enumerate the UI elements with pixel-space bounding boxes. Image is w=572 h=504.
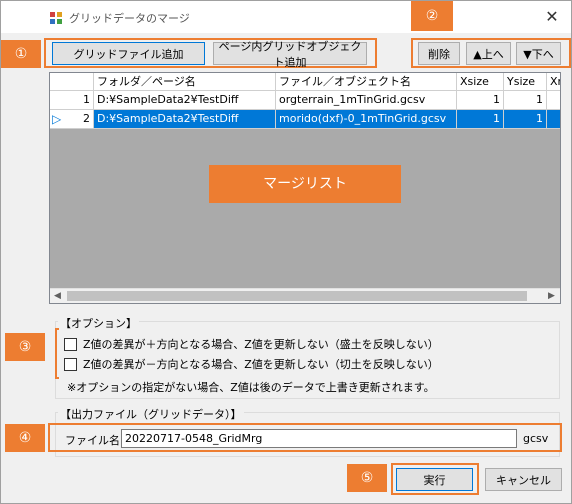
option-no-cut-label: Z値の差異が－方向となる場合、Z値を更新しない（切土を反映しない）: [83, 358, 439, 371]
annotation-badge-2: ②: [411, 1, 453, 31]
cell-ysize[interactable]: 1: [504, 91, 547, 110]
cell-folder[interactable]: D:¥SampleData2¥TestDiff: [94, 110, 276, 129]
column-header-xsize[interactable]: Xsize: [457, 73, 504, 91]
checkbox-box[interactable]: [64, 337, 77, 351]
window-title: グリッドデータのマージ: [69, 12, 190, 25]
annotation-badge-3: ③: [5, 333, 45, 361]
row-header-selected: ▷ 2: [50, 110, 94, 129]
annotation-box-options: [55, 328, 59, 379]
delete-button[interactable]: 削除: [418, 42, 460, 65]
cell-file[interactable]: orgterrain_1mTinGrid.gcsv: [276, 91, 457, 110]
app-icon: [50, 12, 62, 24]
current-row-marker-icon: ▷: [52, 112, 62, 126]
add-grid-file-button[interactable]: グリッドファイル追加: [52, 42, 205, 65]
option-no-cut-checkbox[interactable]: Z値の差異が－方向となる場合、Z値を更新しない（切土を反映しない）: [64, 356, 439, 372]
cell-xr[interactable]: [547, 110, 560, 129]
scroll-right-icon[interactable]: ▶: [544, 289, 559, 303]
title-bar: グリッドデータのマージ ✕: [1, 1, 571, 33]
cell-folder[interactable]: D:¥SampleData2¥TestDiff: [94, 91, 276, 110]
cell-xsize[interactable]: 1: [457, 110, 504, 129]
move-up-button[interactable]: ▲上へ: [466, 42, 511, 65]
column-header-file[interactable]: ファイル／オブジェクト名: [276, 73, 457, 91]
merge-list-annotation: マージリスト: [209, 165, 401, 203]
annotation-badge-4: ④: [5, 424, 45, 452]
cell-ysize[interactable]: 1: [504, 110, 547, 129]
annotation-badge-5: ⑤: [347, 464, 387, 492]
execute-button[interactable]: 実行: [396, 468, 473, 491]
options-note: ※オプションの指定がない場合、Z値は後のデータで上書き更新されます。: [67, 381, 435, 394]
row-number: 2: [83, 112, 90, 125]
column-header-folder[interactable]: フォルダ／ページ名: [94, 73, 276, 91]
output-group-title: 【出力ファイル（グリッドデータ）】: [58, 406, 244, 422]
checkbox-box[interactable]: [64, 357, 77, 371]
scroll-left-icon[interactable]: ◀: [50, 289, 65, 303]
filename-label: ファイル名:: [65, 434, 124, 447]
cell-file[interactable]: morido(dxf)-0_1mTinGrid.gcsv: [276, 110, 457, 129]
file-extension-label: gcsv: [523, 432, 549, 445]
column-header-rownum: [50, 73, 94, 91]
table-row-selected[interactable]: ▷ 2 D:¥SampleData2¥TestDiff morido(dxf)-…: [50, 110, 560, 129]
cell-xsize[interactable]: 1: [457, 91, 504, 110]
add-page-grid-object-button[interactable]: ページ内グリッドオブジェクト追加: [213, 40, 367, 69]
filename-input[interactable]: [121, 429, 517, 448]
column-header-xr[interactable]: Xr: [547, 73, 560, 91]
row-number: 1: [50, 91, 94, 110]
horizontal-scrollbar[interactable]: ◀ ▶: [50, 288, 560, 303]
column-header-ysize[interactable]: Ysize: [504, 73, 547, 91]
option-no-fill-checkbox[interactable]: Z値の差異が＋方向となる場合、Z値を更新しない（盛土を反映しない）: [64, 336, 439, 352]
scrollbar-thumb[interactable]: [67, 291, 527, 301]
cell-xr[interactable]: [547, 91, 560, 110]
annotation-badge-1: ①: [1, 40, 41, 68]
options-group-title: 【オプション】: [58, 315, 139, 331]
grid-header: フォルダ／ページ名 ファイル／オブジェクト名 Xsize Ysize Xr: [50, 73, 560, 91]
option-no-fill-label: Z値の差異が＋方向となる場合、Z値を更新しない（盛土を反映しない）: [83, 338, 439, 351]
move-down-button[interactable]: ▼下へ: [516, 42, 561, 65]
merge-dialog: グリッドデータのマージ ✕ ① グリッドファイル追加 ページ内グリッドオブジェク…: [0, 0, 572, 504]
close-icon[interactable]: ✕: [541, 7, 563, 27]
table-row[interactable]: 1 D:¥SampleData2¥TestDiff orgterrain_1mT…: [50, 91, 560, 110]
cancel-button[interactable]: キャンセル: [485, 468, 562, 491]
